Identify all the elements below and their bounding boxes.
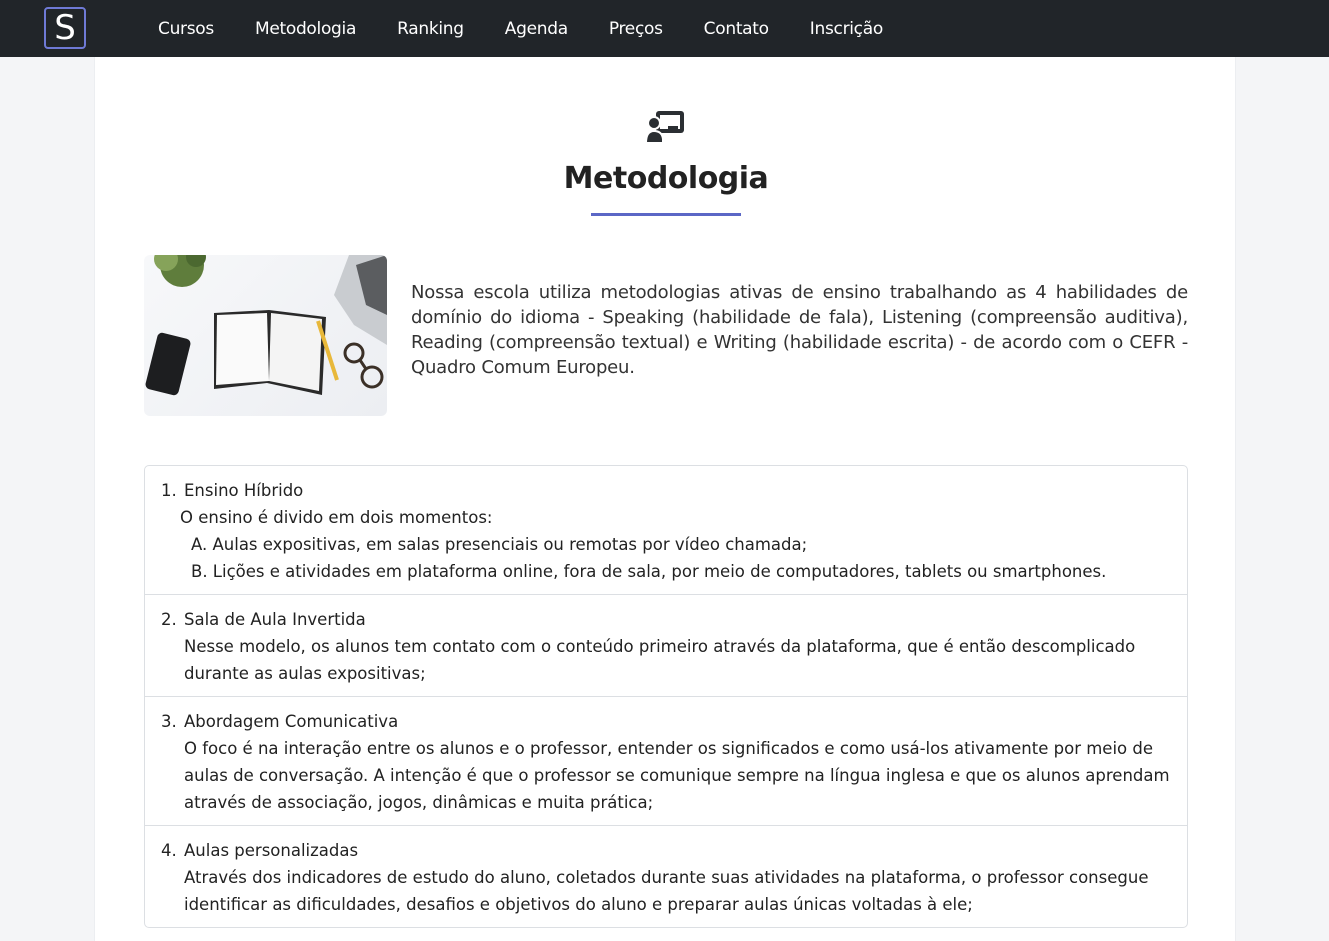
intro-text: Nossa escola utiliza metodologias ativas… (411, 282, 1188, 378)
list-item: 4. Aulas personalizadas Através dos indi… (145, 826, 1187, 927)
nav-link-contato[interactable]: Contato (704, 19, 769, 39)
skill-reading: Reading (411, 332, 483, 353)
sub-item: B. Lições e atividades em plataforma onl… (191, 562, 1107, 581)
skill-writing: Writing (713, 332, 777, 353)
item-description: Através dos indicadores de estudo do alu… (184, 868, 1149, 914)
nav-link-metodologia[interactable]: Metodologia (255, 19, 356, 39)
item-description: Nesse modelo, os alunos tem contato com … (184, 637, 1136, 683)
item-title: Aulas personalizadas (184, 841, 359, 860)
navbar: S Cursos Metodologia Ranking Agenda Preç… (0, 0, 1329, 57)
item-number: 1. (161, 481, 177, 500)
list-item: 3. Abordagem Comunicativa O foco é na in… (145, 697, 1187, 826)
nav-link-inscricao[interactable]: Inscrição (810, 19, 883, 39)
skill-speaking: Speaking (602, 307, 685, 328)
item-title: Abordagem Comunicativa (184, 712, 399, 731)
chalkboard-teacher-icon (646, 111, 684, 143)
logo[interactable]: S (44, 7, 86, 49)
item-title: Sala de Aula Invertida (184, 610, 366, 629)
item-title: Ensino Híbrido (184, 481, 304, 500)
nav-link-agenda[interactable]: Agenda (505, 19, 568, 39)
item-number: 3. (161, 712, 177, 731)
nav-link-cursos[interactable]: Cursos (158, 19, 214, 39)
item-description: O foco é na interação entre os alunos e … (184, 739, 1170, 812)
nav-link-ranking[interactable]: Ranking (397, 19, 464, 39)
nav-link-precos[interactable]: Preços (609, 19, 663, 39)
desk-with-notebook-phone-laptop-photo (144, 255, 387, 416)
title-underline (591, 213, 741, 216)
item-description: O ensino é divido em dois momentos: (180, 508, 493, 527)
nav-links: Cursos Metodologia Ranking Agenda Preços… (158, 0, 924, 57)
list-item: 2. Sala de Aula Invertida Nesse modelo, … (145, 595, 1187, 697)
skill-listening: Listening (882, 307, 963, 328)
item-number: 2. (161, 610, 177, 629)
page-title: Metodologia (563, 161, 769, 196)
list-item: 1. Ensino Híbrido O ensino é divido em d… (145, 466, 1187, 595)
main-content: Metodologia Nossa escola utiliza metodol… (94, 57, 1236, 941)
methods-list: 1. Ensino Híbrido O ensino é divido em d… (144, 465, 1188, 928)
item-number: 4. (161, 841, 177, 860)
sub-item: A. Aulas expositivas, em salas presencia… (191, 535, 808, 554)
